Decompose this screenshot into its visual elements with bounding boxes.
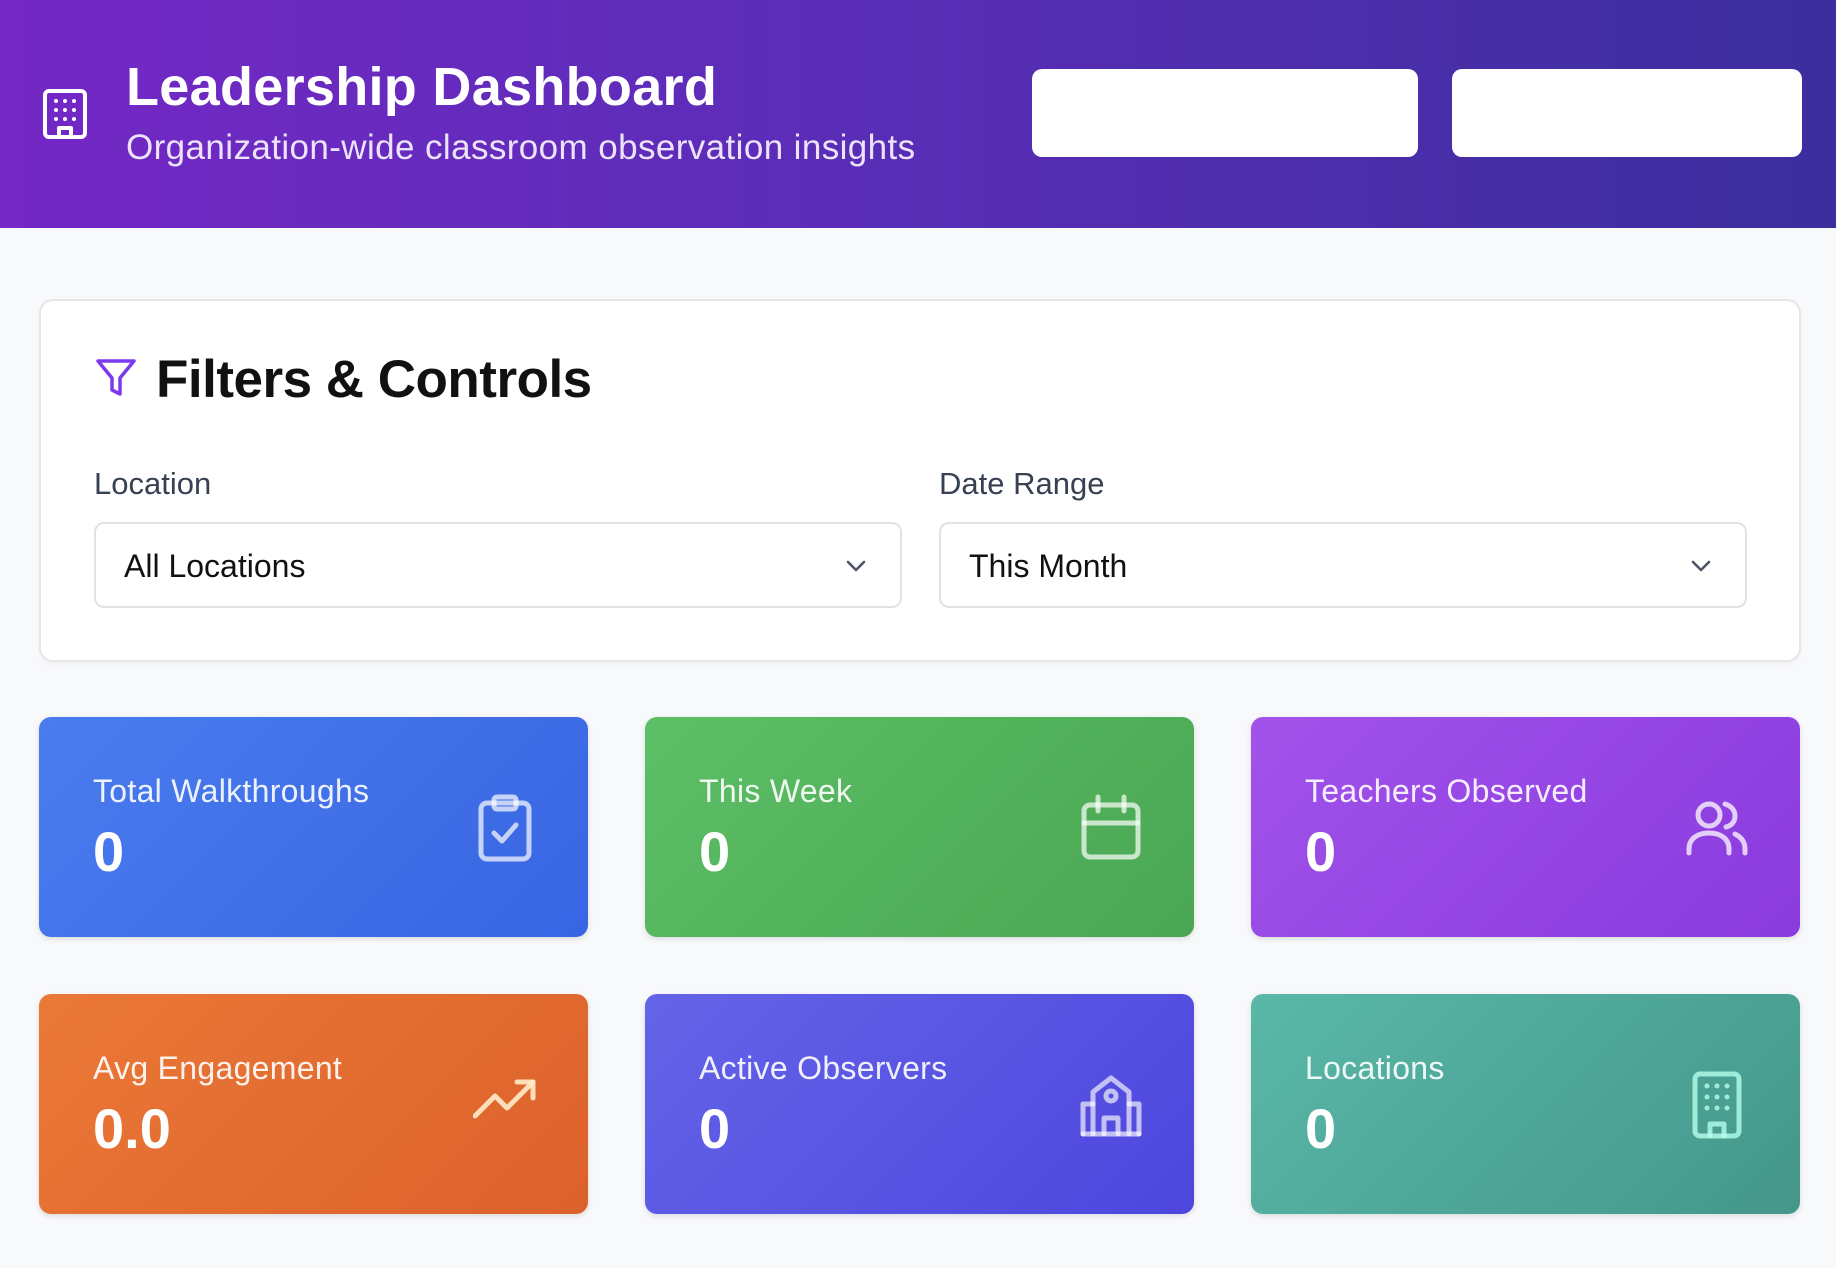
- stat-value: 0.0: [93, 1097, 171, 1160]
- stat-value: 0: [699, 1097, 731, 1160]
- stat-value: 0: [699, 820, 731, 883]
- stat-value: 0: [1305, 820, 1337, 883]
- page-header: Leadership Dashboard Organization-wide c…: [0, 0, 1836, 228]
- header-action-button-2[interactable]: [1452, 69, 1802, 157]
- chevron-down-icon: [846, 560, 866, 572]
- stat-value: 0: [1305, 1097, 1337, 1160]
- stat-card-avg-engagement: Avg Engagement 0.0: [39, 994, 588, 1214]
- stat-label: Total Walkthroughs: [93, 773, 370, 809]
- stat-card-locations: Locations 0: [1251, 994, 1800, 1214]
- filters-panel: Filters & Controls Location All Location…: [39, 299, 1801, 662]
- users-icon: [1686, 801, 1748, 856]
- calendar-icon: [1081, 794, 1141, 860]
- filters-title: Filters & Controls: [156, 350, 592, 409]
- building-icon: [43, 89, 87, 139]
- stat-label: Locations: [1305, 1050, 1445, 1086]
- page-subtitle: Organization-wide classroom observation …: [126, 128, 916, 167]
- trending-up-icon: [473, 1079, 536, 1119]
- date-range-label: Date Range: [939, 466, 1105, 501]
- date-range-select[interactable]: This Month: [939, 522, 1747, 608]
- header-action-button-1[interactable]: [1032, 69, 1418, 157]
- stat-card-total-walkthroughs: Total Walkthroughs 0: [39, 717, 588, 937]
- stat-value: 0: [93, 820, 125, 883]
- stat-card-this-week: This Week 0: [645, 717, 1194, 937]
- chevron-down-icon: [1691, 560, 1711, 572]
- location-select-value: All Locations: [124, 548, 306, 584]
- stat-label: Active Observers: [699, 1050, 948, 1086]
- stat-card-active-observers: Active Observers 0: [645, 994, 1194, 1214]
- stat-label: Teachers Observed: [1305, 773, 1588, 809]
- clipboard-check-icon: [478, 794, 532, 862]
- location-label: Location: [94, 466, 212, 501]
- filter-icon: [96, 359, 136, 396]
- location-select[interactable]: All Locations: [94, 522, 902, 608]
- stat-label: Avg Engagement: [93, 1050, 343, 1086]
- building-icon: [1692, 1071, 1742, 1139]
- school-icon: [1080, 1075, 1142, 1137]
- date-range-select-value: This Month: [969, 548, 1128, 584]
- page-title: Leadership Dashboard: [126, 57, 718, 117]
- stat-label: This Week: [699, 773, 853, 809]
- stat-card-teachers-observed: Teachers Observed 0: [1251, 717, 1800, 937]
